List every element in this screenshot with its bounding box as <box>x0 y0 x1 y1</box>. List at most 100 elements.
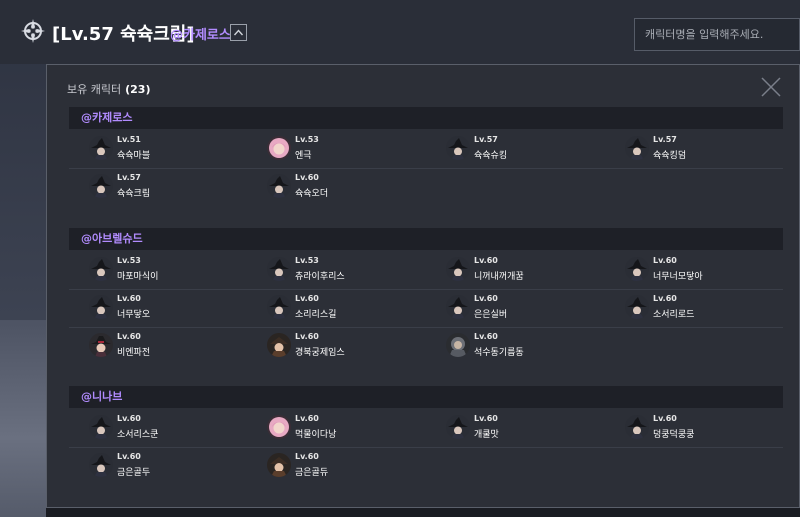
dark-hat-avatar <box>89 415 113 439</box>
character-level: Lv.60 <box>474 256 498 265</box>
dark-hat-avatar <box>446 415 470 439</box>
character-item[interactable]: Lv.51 슉슉마블 <box>89 133 259 165</box>
server-header: @니나브 <box>69 386 783 408</box>
character-search-input[interactable] <box>634 18 800 51</box>
character-name: 금은골듀 <box>295 468 329 478</box>
character-level: Lv.60 <box>653 414 677 423</box>
header-bar: [Lv.57 슉슉크림] @카제로스 <box>0 0 800 64</box>
character-level: Lv.57 <box>117 173 141 182</box>
panel-title: 보유 캐릭터 (23) <box>67 81 150 97</box>
character-item[interactable]: Lv.60 경북궁제임스 <box>267 330 437 362</box>
character-item[interactable]: Lv.60 소서리로드 <box>625 292 795 324</box>
row-divider <box>69 447 783 448</box>
gunner-avatar <box>267 453 291 477</box>
character-level: Lv.60 <box>295 414 319 423</box>
character-name: 슉슉마블 <box>117 151 151 161</box>
character-item[interactable]: Lv.60 금은골듀 <box>267 450 437 482</box>
character-item[interactable]: Lv.60 비엔파전 <box>89 330 259 362</box>
character-level: Lv.60 <box>653 256 677 265</box>
character-item[interactable]: Lv.53 마포마식이 <box>89 254 259 286</box>
character-level: Lv.60 <box>474 332 498 341</box>
character-item[interactable]: Lv.60 소리리스길 <box>267 292 437 324</box>
logo-icon <box>21 19 45 43</box>
character-name: 소서리로드 <box>653 310 695 320</box>
character-level: Lv.60 <box>295 452 319 461</box>
character-level: Lv.51 <box>117 135 141 144</box>
dark-hat-avatar <box>89 295 113 319</box>
character-item[interactable]: Lv.57 슉슉킹덤 <box>625 133 795 165</box>
dark-hat-avatar <box>625 257 649 281</box>
character-item[interactable]: Lv.60 니꺼내꺼개꿈 <box>446 254 616 286</box>
character-name: 니꺼내꺼개꿈 <box>474 272 524 282</box>
character-level: Lv.60 <box>117 452 141 461</box>
character-name: 엔극 <box>295 151 312 161</box>
armored-avatar <box>446 333 470 357</box>
collapse-toggle-button[interactable] <box>230 24 247 41</box>
character-item[interactable]: Lv.60 너무너모닿아 <box>625 254 795 286</box>
gunner-avatar <box>267 333 291 357</box>
background-art-bottom <box>46 508 800 517</box>
server-header: @카제로스 <box>69 107 783 129</box>
character-name: 슉슉크림 <box>117 189 151 199</box>
character-name: 석수동기름동 <box>474 348 524 358</box>
close-icon[interactable] <box>759 75 783 99</box>
character-item[interactable]: Lv.57 슉슉슈킹 <box>446 133 616 165</box>
chevron-up-icon <box>233 29 244 36</box>
row-divider <box>69 168 783 169</box>
character-name: 마포마식이 <box>117 272 159 282</box>
dark-hat-avatar <box>89 136 113 160</box>
dark-hat-avatar <box>89 257 113 281</box>
character-item[interactable]: Lv.60 너무닿오 <box>89 292 259 324</box>
character-level: Lv.60 <box>117 414 141 423</box>
character-name: 덩쿵덕쿵쿵 <box>653 430 695 440</box>
character-name: 경북궁제임스 <box>295 348 345 358</box>
character-item[interactable]: Lv.60 개쿨맛 <box>446 412 616 444</box>
character-name: 비엔파전 <box>117 348 151 358</box>
character-item[interactable]: Lv.57 슉슉크림 <box>89 171 259 203</box>
character-item[interactable]: Lv.53 엔극 <box>267 133 437 165</box>
dark-hat-avatar <box>89 453 113 477</box>
dark-hat-avatar <box>625 415 649 439</box>
character-level: Lv.57 <box>474 135 498 144</box>
character-name: 은은실버 <box>474 310 508 320</box>
row-divider <box>69 327 783 328</box>
character-name: 먹물이다낭 <box>295 430 337 440</box>
character-name: 개쿨맛 <box>474 430 499 440</box>
character-name: 너무너모닿아 <box>653 272 703 282</box>
character-name: 슉슉킹덤 <box>653 151 687 161</box>
red-hat-avatar <box>89 333 113 357</box>
character-level: Lv.60 <box>117 294 141 303</box>
row-divider <box>69 289 783 290</box>
character-name: 소리리스길 <box>295 310 337 320</box>
owned-characters-panel: 보유 캐릭터 (23) @카제로스 Lv.51 슉슉마블 Lv.53 엔극 Lv.57 슉슉슈… <box>46 64 800 508</box>
character-level: Lv.60 <box>295 173 319 182</box>
character-count: (23) <box>125 83 151 96</box>
character-level: Lv.60 <box>295 294 319 303</box>
dark-hat-avatar <box>89 174 113 198</box>
character-item[interactable]: Lv.60 덩쿵덕쿵쿵 <box>625 412 795 444</box>
character-item[interactable]: Lv.60 금은골두 <box>89 450 259 482</box>
character-name: 츄라이후리스 <box>295 272 345 282</box>
current-server-tag: @카제로스 <box>170 28 231 43</box>
dark-hat-avatar <box>625 136 649 160</box>
server-header: @아브렐슈드 <box>69 228 783 250</box>
panel-title-label: 보유 캐릭터 <box>67 83 122 96</box>
character-name: 슉슉오더 <box>295 189 329 199</box>
character-item[interactable]: Lv.60 석수동기름동 <box>446 330 616 362</box>
character-item[interactable]: Lv.60 슉슉오더 <box>267 171 437 203</box>
dark-hat-avatar <box>267 257 291 281</box>
character-level: Lv.60 <box>295 332 319 341</box>
character-level: Lv.57 <box>653 135 677 144</box>
character-level: Lv.53 <box>295 135 319 144</box>
character-item[interactable]: Lv.60 은은실버 <box>446 292 616 324</box>
character-level: Lv.60 <box>117 332 141 341</box>
background-art <box>0 320 46 517</box>
character-item[interactable]: Lv.60 소서리스쿤 <box>89 412 259 444</box>
dark-hat-avatar <box>446 295 470 319</box>
dark-hat-avatar <box>446 136 470 160</box>
character-name: 너무닿오 <box>117 310 151 320</box>
character-item[interactable]: Lv.60 먹물이다낭 <box>267 412 437 444</box>
pink-hair-avatar <box>267 415 291 439</box>
character-item[interactable]: Lv.53 츄라이후리스 <box>267 254 437 286</box>
character-level: Lv.60 <box>653 294 677 303</box>
